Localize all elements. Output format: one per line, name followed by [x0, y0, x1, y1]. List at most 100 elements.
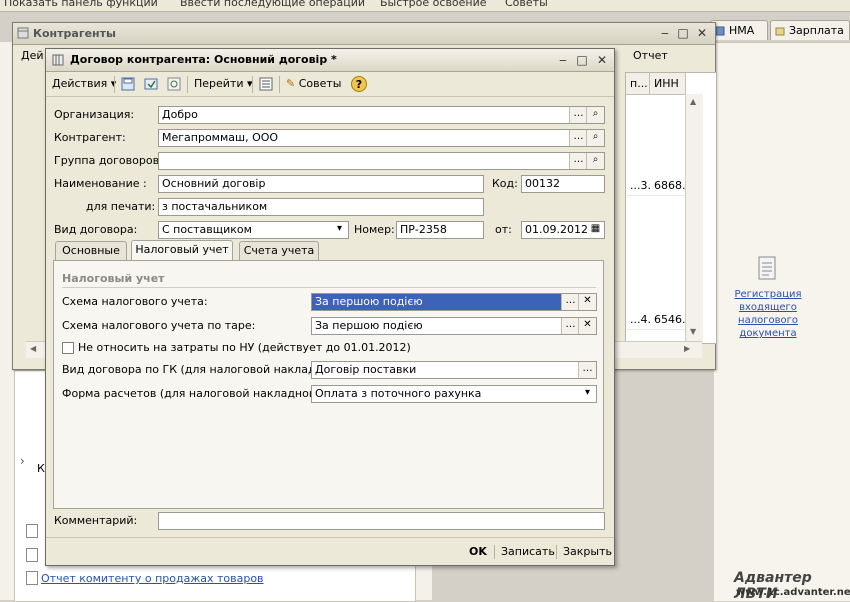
contract-group-label: Группа договоров: [54, 154, 163, 167]
organization-field[interactable]: Добро … ⌕ [158, 106, 605, 124]
quick-start-link[interactable]: Быстрое освоение [380, 0, 487, 9]
search-icon[interactable]: ⌕ [586, 107, 604, 123]
select-ellipsis-icon[interactable]: … [578, 362, 596, 378]
help-icon[interactable]: ? [351, 76, 367, 92]
not-expense-checkbox[interactable] [62, 342, 74, 354]
footer-separator [494, 545, 495, 559]
date-value: 01.09.2012 [525, 223, 588, 236]
calendar-icon[interactable]: ▦ [587, 222, 604, 238]
close-icon[interactable]: ✕ [595, 53, 609, 67]
table-cell[interactable]: 6868... [650, 176, 692, 196]
tab-zarplata[interactable]: Зарплата [770, 20, 850, 40]
tab-tax-accounting[interactable]: Налоговый учет [131, 240, 233, 261]
search-icon[interactable]: ⌕ [586, 130, 604, 146]
number-label: Номер: [354, 223, 395, 236]
tips-label: Советы [298, 77, 342, 90]
ok-button[interactable]: OK [469, 545, 487, 559]
number-field[interactable]: ПР-2358 [396, 221, 484, 239]
doc-small-icon [26, 548, 38, 562]
select-ellipsis-icon[interactable]: … [561, 318, 579, 334]
close-icon[interactable]: ✕ [695, 26, 709, 40]
contract-group-field[interactable]: … ⌕ [158, 152, 605, 170]
tax-scheme-tare-value: За першою подією [315, 319, 423, 332]
comment-field[interactable] [158, 512, 605, 530]
name-field[interactable]: Основний договір [158, 175, 484, 193]
doc-small-icon [26, 571, 38, 585]
minimize-icon[interactable]: ‒ [658, 26, 672, 40]
column-header[interactable]: п... [626, 73, 650, 95]
number-value: ПР-2358 [400, 223, 447, 236]
select-ellipsis-icon[interactable]: … [561, 294, 579, 310]
organization-value: Добро [162, 108, 198, 121]
organization-label: Организация: [54, 108, 135, 121]
save-button[interactable]: Записать [501, 545, 555, 559]
minimize-icon[interactable]: ‒ [556, 53, 570, 67]
tips-button[interactable]: ✎ Советы [286, 76, 341, 92]
commission-report-link[interactable]: Отчет комитенту о продажах товаров [41, 572, 264, 585]
select-ellipsis-icon[interactable]: … [569, 107, 587, 123]
contract-dialog: Договор контрагента: Основний договір * … [45, 48, 615, 566]
kontragenty-actions-menu[interactable]: Дей [21, 49, 44, 62]
maximize-icon[interactable]: □ [575, 53, 589, 67]
tax-scheme-tare-field[interactable]: За першою подією … ✕ [311, 317, 597, 335]
contract-type-value: С поставщиком [162, 223, 252, 236]
dialog-tabs: Основные Налоговый учет Счета учета [53, 240, 605, 261]
scroll-left-icon[interactable]: ◀ [30, 344, 36, 353]
goto-menu[interactable]: Перейти ▾ [194, 76, 253, 92]
kontragenty-titlebar: Контрагенты ‒ □ ✕ [13, 23, 715, 45]
table-cell[interactable]: 6546... [650, 310, 692, 330]
vertical-scrollbar[interactable]: ▲ ▼ [685, 94, 703, 342]
counterparty-label: Контрагент: [54, 131, 126, 144]
payment-form-select[interactable]: Оплата з поточного рахунка ▾ [311, 385, 597, 403]
dialog-titlebar: Договор контрагента: Основний договір * … [46, 49, 614, 72]
table-cell[interactable]: ...3... [626, 176, 650, 196]
scroll-up-icon[interactable]: ▲ [690, 97, 696, 106]
list-icon[interactable] [259, 77, 273, 91]
watermark-url: www.1c.advanter.net [736, 587, 850, 598]
left-fragment-label: К [37, 462, 45, 475]
enter-next-operations-link[interactable]: Ввести последующие операции [180, 0, 365, 9]
search-icon[interactable]: ⌕ [586, 153, 604, 169]
tips-link[interactable]: Советы [505, 0, 548, 9]
counterparty-value: Мегапроммаш, ООО [162, 131, 279, 144]
scroll-down-icon[interactable]: ▼ [690, 327, 696, 336]
column-header[interactable]: ИНН [650, 73, 686, 95]
tax-section-title: Налоговый учет [62, 272, 165, 285]
contract-type-gk-field[interactable]: Договір поставки … [311, 361, 597, 379]
save-icon[interactable] [121, 77, 135, 91]
code-field[interactable]: 00132 [521, 175, 605, 193]
dropdown-arrow-icon[interactable]: ▾ [331, 222, 348, 238]
clear-icon[interactable]: ✕ [578, 318, 596, 334]
dialog-toolbar: Действия ▾ Перейти ▾ ✎ Советы ? [46, 72, 614, 97]
tab-osnovnye[interactable]: Основные [55, 241, 127, 260]
date-field[interactable]: 01.09.2012 ▦ [521, 221, 605, 239]
select-ellipsis-icon[interactable]: … [569, 130, 587, 146]
dropdown-arrow-icon[interactable]: ▾ [579, 386, 596, 402]
show-functions-panel-link[interactable]: Показать панель функций [4, 0, 158, 9]
tab-nma[interactable]: НМА [710, 20, 768, 40]
tab-accounts[interactable]: Счета учета [239, 241, 319, 260]
print-name-value: з постачальником [162, 200, 268, 213]
select-ellipsis-icon[interactable]: … [569, 153, 587, 169]
table-cell[interactable]: ...4... [626, 310, 650, 330]
report-button[interactable]: Отчет [633, 49, 668, 62]
save-close-icon[interactable] [144, 77, 158, 91]
refresh-icon[interactable] [167, 77, 181, 91]
maximize-icon[interactable]: □ [676, 26, 690, 40]
tax-scheme-label: Схема налогового учета: [62, 295, 208, 308]
clear-icon[interactable]: ✕ [578, 294, 596, 310]
print-name-field[interactable]: з постачальником [158, 198, 484, 216]
register-tax-document-link[interactable]: Регистрация входящего налогового докумен… [730, 288, 806, 340]
actions-menu[interactable]: Действия ▾ [52, 76, 116, 92]
collapse-arrow-icon[interactable]: › [20, 454, 25, 468]
not-expense-label: Не относить на затраты по НУ (действует … [78, 341, 411, 354]
contract-type-select[interactable]: С поставщиком ▾ [158, 221, 349, 239]
date-label: от: [495, 223, 512, 236]
scroll-right-icon[interactable]: ▶ [684, 344, 690, 353]
dialog-window-icon [52, 54, 64, 66]
close-button[interactable]: Закрыть [563, 545, 612, 559]
tax-scheme-field[interactable]: За першою подією … ✕ [311, 293, 597, 311]
actions-menu-label: Действия [52, 77, 108, 90]
counterparty-field[interactable]: Мегапроммаш, ООО … ⌕ [158, 129, 605, 147]
kontragenty-title: Контрагенты [33, 27, 116, 40]
